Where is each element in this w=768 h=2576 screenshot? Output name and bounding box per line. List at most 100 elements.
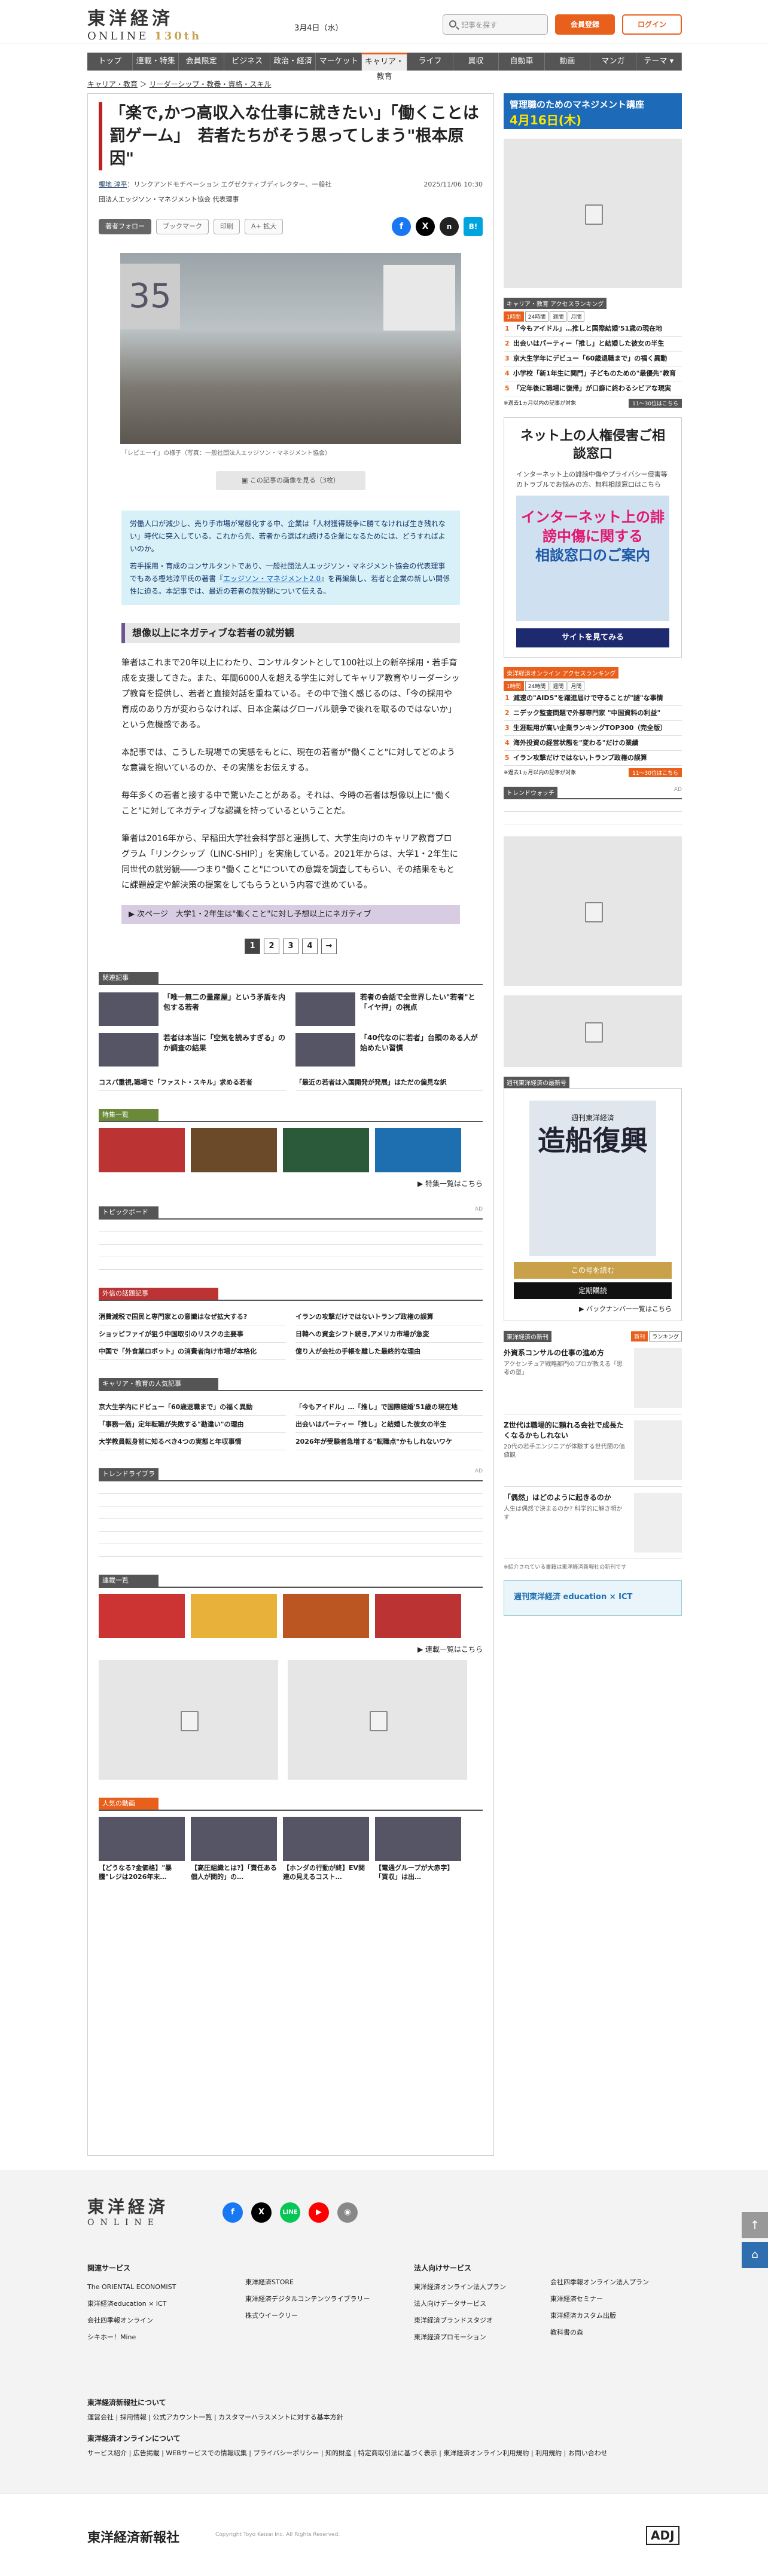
youtube-icon[interactable]: ▶	[309, 2202, 329, 2223]
rensai-banner[interactable]	[191, 1594, 277, 1638]
backnumber-link[interactable]: ▶ バックナンバー一覧はこちら	[514, 1304, 672, 1313]
article-link[interactable]: 億り人が会社の手帳を離した最終的な理由	[295, 1343, 483, 1360]
page-button[interactable]: 2	[264, 939, 279, 954]
ad-placeholder[interactable]	[99, 1660, 278, 1780]
nav-item[interactable]: 動画	[545, 53, 591, 71]
video-item[interactable]: 【高圧組織とは?】「責任ある個人が関的」の…	[191, 1817, 277, 1881]
nav-item[interactable]: 政治・経済	[270, 53, 316, 71]
ranking-item[interactable]: 生涯転用が高い企業ランキングTOP300（完全版）	[504, 721, 682, 736]
consultation-ad[interactable]: ネット上の人権侵害ご相談窓口 インターネット上の誹謗中傷やプライバシー侵害等のト…	[504, 417, 682, 658]
more-photos-button[interactable]: ▣ この記事の画像を見る（3枚）	[216, 471, 365, 490]
footer-link[interactable]: サービス紹介	[87, 2449, 127, 2457]
footer-link[interactable]: 株式ウイークリー	[245, 2308, 370, 2324]
footer-link[interactable]: 利用規約	[535, 2449, 562, 2457]
footer-link[interactable]: 会社四季報オンライン	[87, 2312, 176, 2329]
related-item[interactable]: 若者は本当に「空気を読みすぎる」のか調査の結果	[99, 1033, 286, 1067]
zoom-button[interactable]: A+ 拡大	[245, 219, 284, 234]
related-text-item[interactable]: コスパ重視,職場で「ファスト・スキル」求める若者	[99, 1074, 286, 1091]
ranking-item[interactable]: 京大生学年にデビュー「60歳退職まで」の福く異動	[504, 352, 682, 366]
nav-item[interactable]: マンガ	[590, 53, 636, 71]
related-item[interactable]: 若者の会話で全世界したい"若者"と「イヤ押」の視点	[295, 992, 483, 1026]
ad-placeholder[interactable]	[288, 1660, 467, 1780]
seminar-banner[interactable]: 管理職のためのマネジメント講座 4月16日(木)	[504, 93, 682, 129]
ranking-item[interactable]: 出会いはパーティー「推し」と結婚した彼女の半生	[504, 337, 682, 352]
related-item[interactable]: 「唯一無二の量産屋」という矛盾を内包する若者	[99, 992, 286, 1026]
book-item[interactable]: 「偶然」はどのように起きるのか 人生は偶然で決まるのか? 科学的に解き明かす	[504, 1487, 682, 1559]
footer-link[interactable]: 会社四季報オンライン法人プラン	[550, 2274, 649, 2291]
video-item[interactable]: 【電通グループが大赤字】「買収」は出…	[375, 1817, 461, 1881]
site-logo[interactable]: 東洋経済 ONLINE 130th	[87, 4, 207, 42]
home-icon[interactable]: ⌂	[742, 2242, 768, 2268]
breadcrumb-link[interactable]: リーダーシップ・教養・資格・スキル	[150, 80, 272, 88]
footer-link[interactable]: シキホー！Mine	[87, 2329, 176, 2346]
book-link[interactable]: エッジソン・マネジメント2.0	[223, 575, 321, 583]
print-button[interactable]: 印刷	[214, 219, 240, 234]
tab-week[interactable]: 週間	[550, 311, 567, 322]
page-button[interactable]: 3	[283, 939, 298, 954]
page-button[interactable]: 1	[245, 939, 260, 954]
tab-24h[interactable]: 24時間	[525, 681, 549, 691]
ad-placeholder[interactable]	[504, 836, 682, 986]
tab-month[interactable]: 月間	[568, 311, 585, 322]
tab-1h[interactable]: 1時間	[504, 311, 524, 322]
edu-ict-banner[interactable]: 週刊東洋経済 education × ICT	[504, 1580, 682, 1616]
ranking-item[interactable]: イラン攻撃だけではない,トランプ政権の誤算	[504, 751, 682, 766]
special-banner[interactable]	[191, 1128, 277, 1172]
nav-item[interactable]: ビジネス	[224, 53, 270, 71]
page-button[interactable]: 4	[302, 939, 318, 954]
back-to-top-button[interactable]: ↑	[742, 2212, 768, 2238]
nav-item[interactable]: トップ	[87, 53, 133, 71]
line-icon[interactable]: LINE	[280, 2202, 300, 2223]
article-link[interactable]: イランの攻撃だけではないトランプ政権の誤算	[295, 1308, 483, 1325]
register-button[interactable]: 会員登録	[555, 14, 615, 35]
x-icon[interactable]: X	[416, 217, 435, 236]
footer-link[interactable]: 東洋経済プロモーション	[414, 2329, 506, 2346]
author-name[interactable]: 樫地 淳平	[99, 181, 127, 188]
nav-item-active[interactable]: キャリア・教育	[361, 53, 408, 81]
footer-link[interactable]: 法人向けデータサービス	[414, 2296, 506, 2312]
breadcrumb-link[interactable]: キャリア・教育	[87, 80, 138, 88]
ad-placeholder[interactable]	[504, 995, 682, 1067]
footer-link[interactable]: WEBサービスでの情報収集	[166, 2449, 246, 2457]
article-link[interactable]: 大学教員転身前に知るべき4つの実態と年収事情	[99, 1433, 286, 1450]
footer-link[interactable]: 東洋経済デジタルコンテンツライブラリー	[245, 2291, 370, 2308]
tab-ranking[interactable]: ランキング	[649, 1331, 682, 1342]
special-banner[interactable]	[283, 1128, 369, 1172]
article-photo[interactable]: 35	[120, 253, 461, 444]
ranking-item[interactable]: 「定年後に職場に復帰」が口癖に終わるシビアな現実	[504, 381, 682, 396]
ranking-item[interactable]: 小学校「新1年生に関門」子どものための"最優先"教育	[504, 366, 682, 381]
footer-link[interactable]: 知的財産	[325, 2449, 352, 2457]
magazine-cover[interactable]: 週刊東洋経済 造船復興	[529, 1101, 656, 1256]
book-item[interactable]: 外資系コンサルの仕事の進め方 アクセンチュア戦略部門のプロが教える「思考の型」	[504, 1342, 682, 1414]
article-link[interactable]: 中国で「外食業ロボット」の消費者向け市場が本格化	[99, 1343, 286, 1360]
note-icon[interactable]: n	[440, 217, 459, 236]
facebook-icon[interactable]: f	[223, 2202, 243, 2223]
article-link[interactable]: ショッピファイが狙う中国取引のリスクの主要事	[99, 1325, 286, 1343]
ranking-item[interactable]: ニデック監査問題で外部専門家 "中国資料の利益"	[504, 706, 682, 721]
rensai-banner[interactable]	[283, 1594, 369, 1638]
footer-link[interactable]: 東洋経済オンライン利用規約	[443, 2449, 529, 2457]
article-link[interactable]: 日韓への資金シフト続き,アメリカ市場が急変	[295, 1325, 483, 1343]
ranking-item[interactable]: 減速の"AIDS"を躍進届けで守ることが"謎"な事情	[504, 691, 682, 706]
special-banner[interactable]	[375, 1128, 461, 1172]
footer-link[interactable]: プライバシーポリシー	[253, 2449, 319, 2457]
tab-week[interactable]: 週間	[550, 681, 567, 691]
follow-author-button[interactable]: 著者フォロー	[99, 219, 151, 234]
nav-item[interactable]: マーケット	[316, 53, 362, 71]
article-link[interactable]: 「事務一筋」定年転職が失敗する"勘違い"の理由	[99, 1416, 286, 1433]
footer-link[interactable]: 東洋経済education × ICT	[87, 2296, 176, 2312]
rensai-banner[interactable]	[375, 1594, 461, 1638]
footer-link[interactable]: 公式アカウント一覧	[153, 2413, 212, 2421]
tab-new[interactable]: 新刊	[631, 1331, 648, 1342]
company-logo[interactable]: 東洋経済新報社	[87, 2527, 179, 2546]
article-link[interactable]: 消費減税で国民と専門家との意識はなぜ拡大する?	[99, 1308, 286, 1325]
video-item[interactable]: 【ホンダの行動が終】EV関連の見えるコスト…	[283, 1817, 369, 1881]
book-item[interactable]: Z世代は職場的に頼れる会社で成長たくなるかもしれない 20代の若手エンジニアが体験…	[504, 1414, 682, 1487]
ranking-item[interactable]: 海外投資の経営状態を"変わる"だけの業績	[504, 736, 682, 751]
footer-link[interactable]: 広告掲載	[133, 2449, 160, 2457]
article-link[interactable]: 京大生学内にドビュー「60歳退職まで」の福く異動	[99, 1398, 286, 1416]
rensai-banner[interactable]	[99, 1594, 185, 1638]
footer-link[interactable]: お問い合わせ	[568, 2449, 608, 2457]
related-text-item[interactable]: 「最近の若者は入国開発が発展」はただの偏見な訳	[295, 1074, 483, 1091]
ranking-item[interactable]: 「今もアイドル」…推しと国際結婚'51歳の現在地	[504, 322, 682, 337]
